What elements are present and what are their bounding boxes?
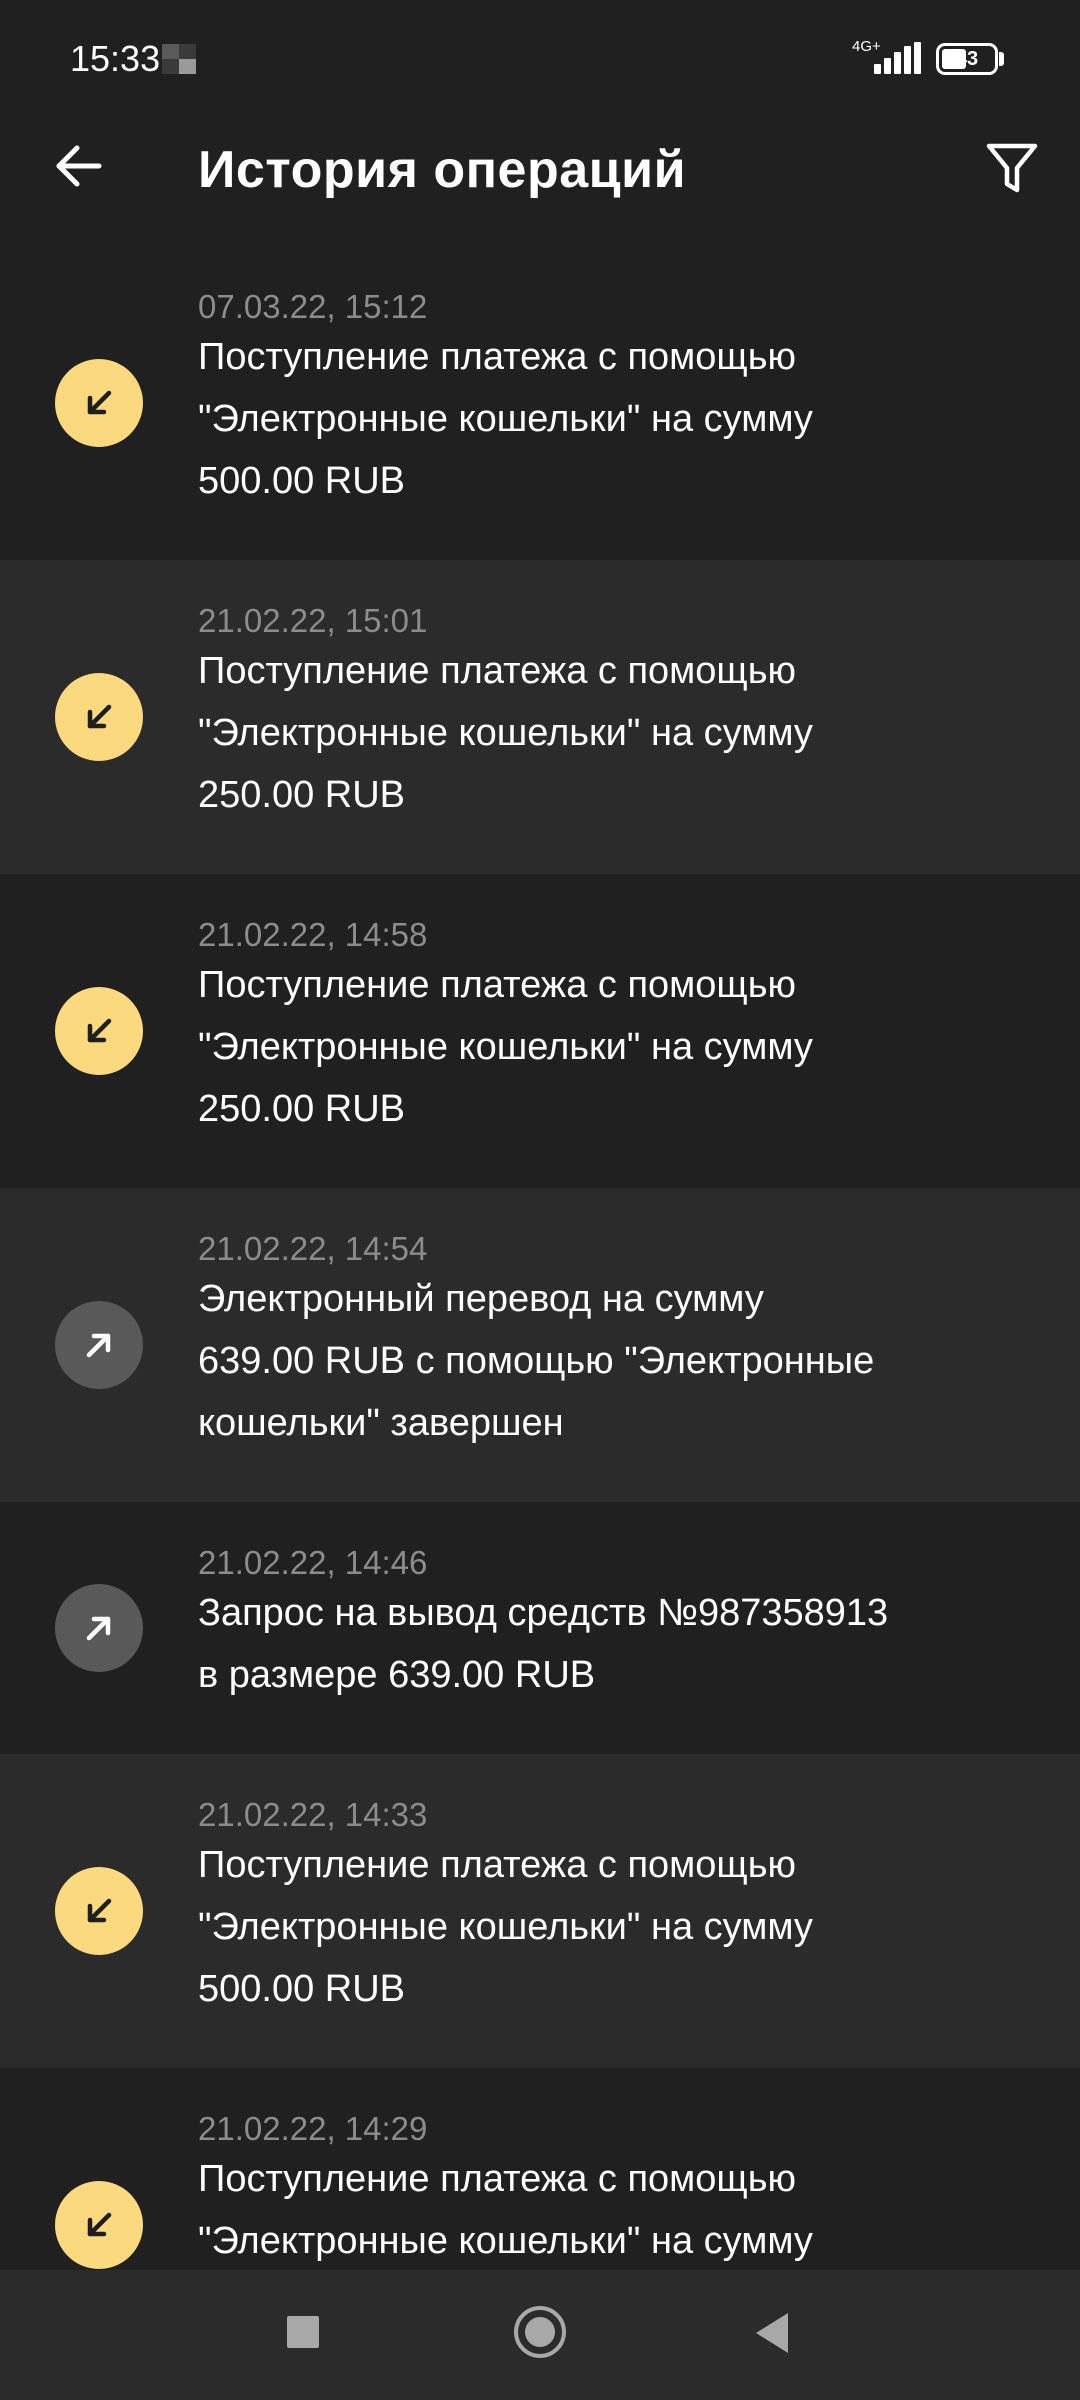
transaction-description: Поступление платежа с помощью "Электронны… [198,954,1018,1140]
description-line: кошельки" завершен [198,1402,564,1444]
transaction-date: 21.02.22, 14:33 [198,1796,428,1833]
description-line: Поступление платежа с помощью [198,650,796,692]
arrow-up-right-icon [55,1584,143,1672]
arrow-down-left-icon [55,359,143,447]
transaction-date: 07.03.22, 15:12 [198,288,428,325]
battery-level: 43 [955,48,979,70]
transaction-description: Поступление платежа с помощью "Электронны… [198,2148,1018,2270]
transaction-date: 21.02.22, 14:54 [198,1230,428,1267]
transaction-row[interactable]: 21.02.22, 14:33 Поступление платежа с пом… [0,1754,1080,2068]
transaction-date: 21.02.22, 14:29 [198,2110,428,2147]
battery-tip [999,52,1004,66]
description-line: в размере 639.00 RUB [198,1654,596,1696]
description-line: "Электронные кошельки" на сумму [198,398,813,440]
arrow-down-left-icon [55,673,143,761]
description-line: "Электронные кошельки" на сумму [198,712,813,754]
transaction-description: Поступление платежа с помощью "Электронны… [198,1834,1018,2020]
description-line: 250.00 RUB [198,774,406,816]
description-line: Поступление платежа с помощью [198,2158,796,2200]
transaction-list[interactable]: 07.03.22, 15:12 Поступление платежа с пом… [0,246,1080,2270]
transaction-description: Электронный перевод на сумму 639.00 RUB с… [198,1268,1018,1454]
description-line: "Электронные кошельки" на сумму [198,1026,813,1068]
description-line: "Электронные кошельки" на сумму [198,1906,813,1948]
filter-button[interactable] [982,138,1042,198]
square-icon[interactable] [287,2316,319,2348]
signal-icon [874,42,922,74]
description-line: Запрос на вывод средств №987358913 [198,1592,889,1634]
transaction-description: Поступление платежа с помощью "Электронны… [198,326,1018,512]
transaction-row[interactable]: 21.02.22, 15:01 Поступление платежа с пом… [0,560,1080,874]
description-line: 639.00 RUB с помощью "Электронные [198,1340,875,1382]
battery-icon: 43 [936,43,998,75]
description-line: Поступление платежа с помощью [198,336,796,378]
notification-icon [162,44,196,74]
transaction-date: 21.02.22, 14:58 [198,916,428,953]
filter-funnel-icon [986,143,1038,193]
description-line: Электронный перевод на сумму [198,1278,764,1320]
transaction-date: 21.02.22, 15:01 [198,602,428,639]
arrow-down-left-icon [55,1867,143,1955]
status-time: 15:33 [70,38,161,79]
page-title: История операций [198,141,687,199]
description-line: 500.00 RUB [198,460,406,502]
description-line: Поступление платежа с помощью [198,964,796,1006]
arrow-down-left-icon [55,987,143,1075]
arrow-up-right-icon [55,1301,143,1389]
transaction-row[interactable]: 21.02.22, 14:54 Электронный перевод на су… [0,1188,1080,1502]
back-button[interactable] [48,136,108,196]
transaction-description: Поступление платежа с помощью "Электронны… [198,640,1018,826]
transaction-description: Запрос на вывод средств №987358913 в разм… [198,1582,1018,1706]
description-line: 250.00 RUB [198,1088,406,1130]
arrow-down-left-icon [55,2181,143,2269]
description-line: 500.00 RUB [198,1968,406,2010]
transaction-row[interactable]: 07.03.22, 15:12 Поступление платежа с пом… [0,246,1080,560]
status-bar: 15:33 4G+ 43 [0,0,1080,120]
description-line: "Электронные кошельки" на сумму [198,2220,813,2262]
transaction-date: 21.02.22, 14:46 [198,1544,428,1581]
transaction-row[interactable]: 21.02.22, 14:58 Поступление платежа с пом… [0,874,1080,1188]
circle-icon[interactable] [514,2306,566,2358]
triangle-back-icon[interactable] [756,2313,788,2353]
transaction-row[interactable]: 21.02.22, 14:29 Поступление платежа с пом… [0,2068,1080,2270]
description-line: Поступление платежа с помощью [198,1844,796,1886]
arrow-left-icon [56,145,102,187]
transaction-row[interactable]: 21.02.22, 14:46 Запрос на вывод средств №… [0,1502,1080,1754]
